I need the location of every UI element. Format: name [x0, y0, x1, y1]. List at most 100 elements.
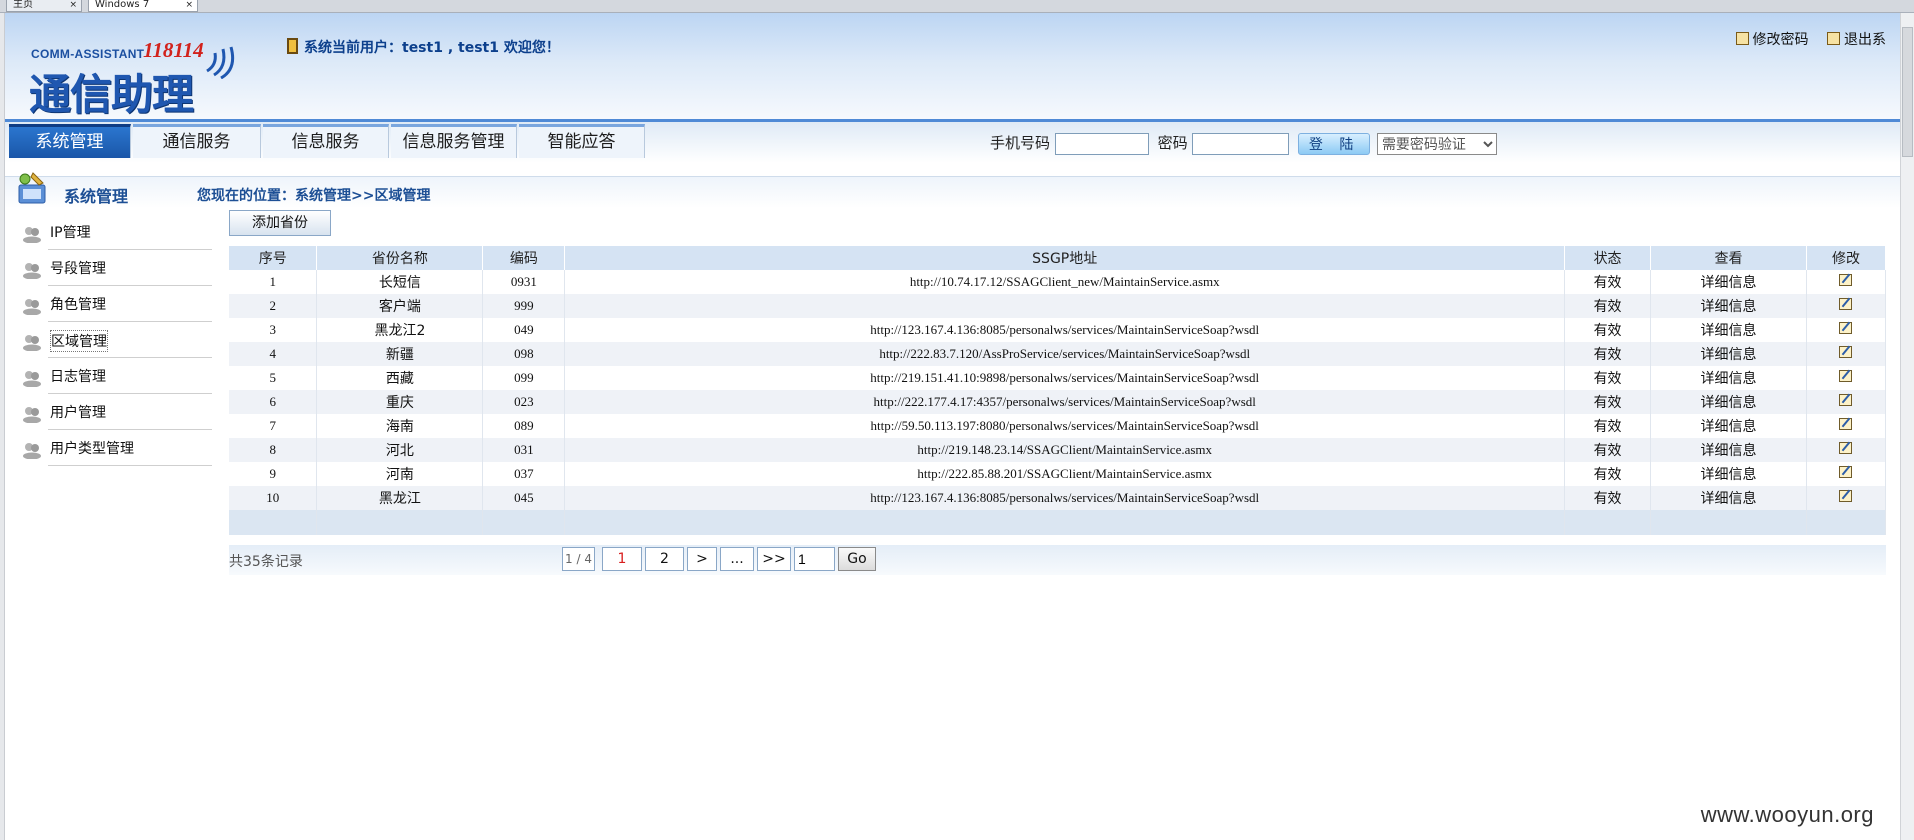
cell-view-detail-link[interactable]: 详细信息: [1650, 390, 1807, 414]
sidebar: IP管理 号段管理 角色管理 区域管理 日志管理 用户管理 用户类型管理: [18, 214, 212, 466]
cell-view-detail-link[interactable]: 详细信息: [1650, 414, 1807, 438]
scrollbar-thumb[interactable]: [1902, 27, 1913, 157]
cell-ssgp-url: http://123.167.4.136:8085/personalws/ser…: [564, 486, 1566, 510]
column-header-status: 状态: [1564, 246, 1652, 270]
logout-link[interactable]: 退出系: [1827, 32, 1886, 48]
browser-tab-windows7[interactable]: Windows 7 ×: [88, 0, 198, 12]
cell-code: 0931: [482, 270, 566, 294]
password-input[interactable]: [1192, 132, 1290, 155]
cell-province-name: 客户端: [316, 294, 484, 318]
sidebar-item-user[interactable]: 用户管理: [18, 394, 212, 430]
cell-view-detail-link[interactable]: 详细信息: [1650, 486, 1807, 510]
cell-code: 099: [482, 366, 566, 390]
edit-icon[interactable]: [1839, 322, 1853, 334]
nav-tab-smart-reply[interactable]: 智能应答: [519, 124, 645, 158]
cell-view-detail-link[interactable]: 详细信息: [1650, 438, 1807, 462]
sidebar-item-user-type[interactable]: 用户类型管理: [18, 430, 212, 466]
cell-status: 有效: [1564, 486, 1652, 510]
go-button[interactable]: Go: [838, 547, 876, 571]
cell-no: 4: [229, 342, 318, 366]
sidebar-item-role[interactable]: 角色管理: [18, 286, 212, 322]
logo-text-cn: 通信助理: [29, 70, 194, 119]
cell-ssgp-url: http://10.74.17.12/SSAGClient_new/Mainta…: [564, 270, 1566, 294]
logo-text-en: COMM-ASSISTANT: [31, 47, 145, 61]
nav-tab-info-service-mgmt[interactable]: 信息服务管理: [391, 124, 517, 158]
sidebar-item-log[interactable]: 日志管理: [18, 358, 212, 394]
close-icon[interactable]: ×: [185, 0, 193, 10]
cell-no: 5: [229, 366, 318, 390]
cell-view-detail-link[interactable]: 详细信息: [1650, 342, 1807, 366]
login-button[interactable]: 登 陆: [1298, 132, 1371, 155]
cell-edit: [1806, 366, 1887, 390]
cell-edit: [1806, 294, 1887, 318]
cell-edit: [1806, 462, 1887, 486]
column-header-view: 查看: [1650, 246, 1807, 270]
cell-province-name: 重庆: [316, 390, 484, 414]
cell-code: 089: [482, 414, 566, 438]
cell-no: 8: [229, 438, 318, 462]
cell-no: 6: [229, 390, 318, 414]
user-icon: [287, 38, 298, 54]
users-icon: [23, 335, 41, 351]
cell-no: 7: [229, 414, 318, 438]
edit-icon[interactable]: [1839, 466, 1853, 478]
close-icon[interactable]: ×: [69, 0, 77, 10]
edit-icon[interactable]: [1839, 418, 1853, 430]
footer-cell: [482, 510, 566, 535]
cell-no: 1: [229, 270, 318, 294]
cell-province-name: 黑龙江2: [316, 318, 484, 342]
auth-mode-select[interactable]: 需要密码验证: [1376, 132, 1497, 155]
table-row: 9 河南 037 http://222.85.88.201/SSAGClient/Ma…: [229, 462, 1887, 486]
cell-view-detail-link[interactable]: 详细信息: [1650, 318, 1807, 342]
cell-view-detail-link[interactable]: 详细信息: [1650, 294, 1807, 318]
next-page-button[interactable]: >: [687, 547, 717, 571]
sidebar-item-label: 用户类型管理: [50, 441, 134, 457]
cell-view-detail-link[interactable]: 详细信息: [1650, 270, 1807, 294]
change-password-link[interactable]: 修改密码: [1735, 32, 1809, 48]
table-header-row: 序号 省份名称 编码 SSGP地址 状态 查看 修改: [229, 246, 1887, 270]
page-button-current[interactable]: 1: [602, 547, 642, 571]
system-tools-icon: [18, 172, 46, 204]
last-page-button[interactable]: >>: [757, 547, 791, 571]
cell-ssgp-url: http://219.151.41.10:9898/personalws/ser…: [564, 366, 1566, 390]
column-header-name: 省份名称: [316, 246, 484, 270]
edit-icon[interactable]: [1839, 274, 1853, 286]
cell-province-name: 新疆: [316, 342, 484, 366]
sidebar-item-region[interactable]: 区域管理: [18, 322, 212, 358]
column-header-no: 序号: [229, 246, 318, 270]
phone-input[interactable]: [1054, 132, 1149, 155]
logout-label: 退出系: [1844, 32, 1886, 48]
column-header-edit: 修改: [1806, 246, 1887, 270]
vertical-scrollbar[interactable]: [1900, 13, 1914, 840]
edit-icon[interactable]: [1839, 490, 1853, 502]
cell-view-detail-link[interactable]: 详细信息: [1650, 366, 1807, 390]
edit-icon[interactable]: [1839, 394, 1853, 406]
table-row: 8 河北 031 http://219.148.23.14/SSAGClient/Ma…: [229, 438, 1887, 462]
add-province-button[interactable]: 添加省份: [229, 210, 331, 236]
record-count: 共35条记录: [229, 554, 303, 570]
sidebar-item-number-segment[interactable]: 号段管理: [18, 250, 212, 286]
edit-icon[interactable]: [1839, 298, 1853, 310]
cell-view-detail-link[interactable]: 详细信息: [1650, 462, 1807, 486]
cell-code: 023: [482, 390, 566, 414]
nav-tab-comm-service[interactable]: 通信服务: [133, 124, 261, 158]
more-pages-button[interactable]: ...: [720, 547, 754, 571]
cell-code: 049: [482, 318, 566, 342]
nav-tab-info-service[interactable]: 信息服务: [263, 124, 389, 158]
edit-icon[interactable]: [1839, 346, 1853, 358]
table-body: 1 长短信 0931 http://10.74.17.12/SSAGClient_ne…: [229, 270, 1887, 535]
cell-edit: [1806, 486, 1887, 510]
footer-cell: [316, 510, 484, 535]
nav-tab-system[interactable]: 系统管理: [9, 124, 131, 158]
users-icon: [23, 227, 41, 243]
browser-tab-home[interactable]: 主页 ×: [6, 0, 82, 12]
home-icon: [1827, 32, 1840, 45]
pagination: 共35条记录 1 / 4 1 2 > ... >> Go: [229, 545, 1886, 575]
goto-page-input[interactable]: [794, 547, 835, 571]
edit-icon: [1735, 32, 1749, 45]
cell-status: 有效: [1564, 342, 1652, 366]
page-button-2[interactable]: 2: [645, 547, 684, 571]
edit-icon[interactable]: [1839, 442, 1853, 454]
sidebar-item-ip[interactable]: IP管理: [18, 214, 212, 250]
edit-icon[interactable]: [1839, 370, 1853, 382]
